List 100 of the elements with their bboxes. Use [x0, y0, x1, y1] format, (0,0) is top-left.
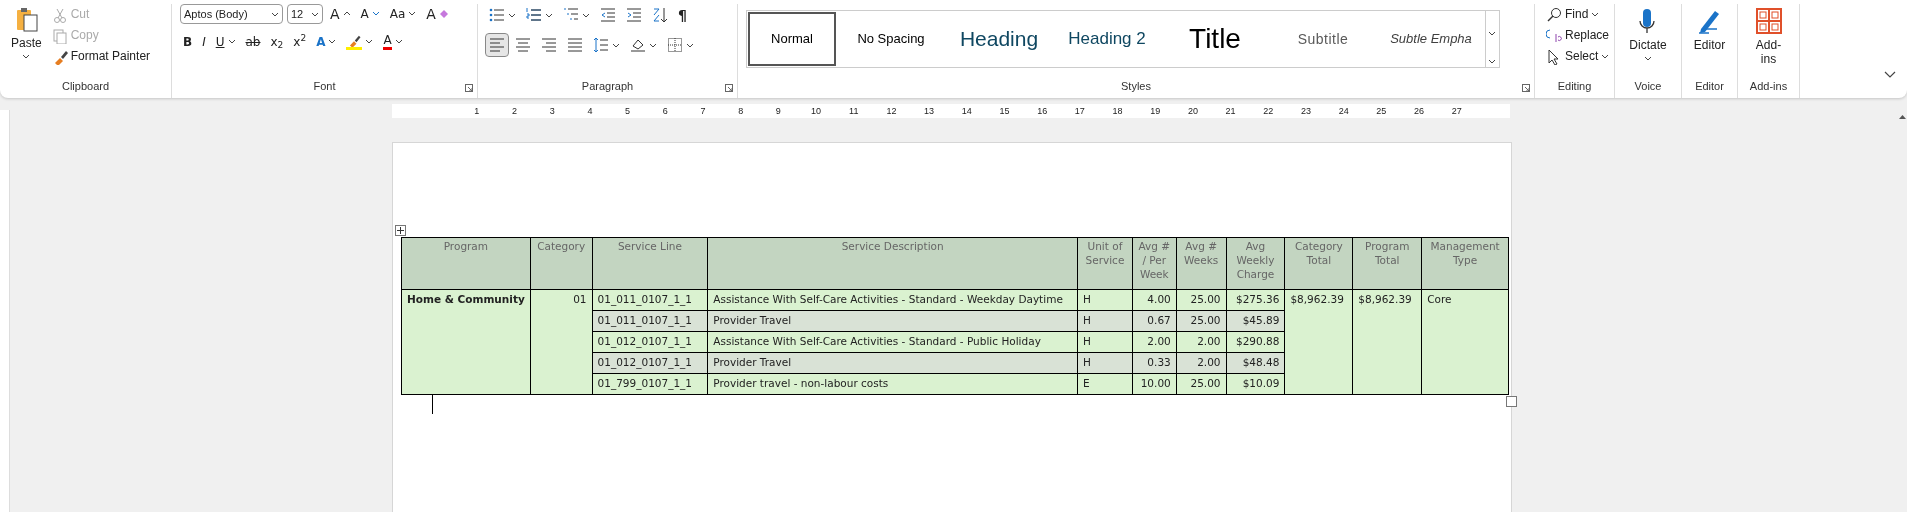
indent-icon [626, 7, 642, 23]
caret-icon [508, 11, 516, 19]
editor-button[interactable]: Editor [1690, 6, 1729, 78]
font-color-button[interactable]: A [380, 32, 406, 52]
group-label: Editing [1556, 78, 1593, 94]
caret-icon [271, 10, 279, 18]
ruler-number: 11 [848, 106, 860, 116]
shrink-font-button[interactable]: A [357, 5, 383, 23]
font-size-dropdown[interactable]: 12 [287, 4, 323, 24]
caret-icon [365, 38, 374, 46]
group-label: Clipboard [60, 78, 111, 94]
caret-icon [1591, 11, 1600, 18]
numbered-list-icon [526, 7, 542, 23]
ruler-number: 26 [1413, 106, 1426, 116]
table-cell: Provider travel - non-labour costs [707, 373, 1078, 395]
dialog-launcher-button[interactable] [725, 84, 733, 92]
ruler-number: 25 [1375, 106, 1388, 116]
grow-font-button[interactable]: A [327, 4, 354, 24]
group-label: Styles [1120, 78, 1152, 94]
sort-icon [652, 7, 668, 23]
eraser-icon [438, 8, 449, 20]
ruler-number: 24 [1337, 106, 1350, 116]
bold-button[interactable]: B [180, 33, 196, 50]
ruler-number: 20 [1186, 106, 1199, 116]
select-button[interactable]: Select [1543, 46, 1606, 67]
table-cell: 01 [530, 289, 593, 395]
ruler-number: 22 [1262, 106, 1275, 116]
up-caret-icon [342, 10, 351, 18]
caret-icon [1488, 58, 1496, 65]
table-cell: Provider Travel [707, 310, 1078, 332]
launcher-icon [465, 84, 473, 92]
table-cell: $8,962.39 [1284, 289, 1353, 395]
superscript-button[interactable]: x$^{2}$ [290, 33, 310, 50]
subscript-button[interactable]: x$_{2}$ [267, 33, 287, 50]
search-icon [1546, 6, 1562, 23]
align-center-icon [515, 37, 531, 53]
align-right-icon [541, 37, 557, 53]
ruler-number: 19 [1149, 106, 1162, 116]
change-case-button[interactable]: Aa [386, 5, 420, 23]
show-formatting-button[interactable]: ¶ [675, 5, 690, 25]
table-cell: $8,962.39 [1352, 289, 1422, 395]
caret-icon [1601, 53, 1610, 60]
multilevel-list-icon [563, 7, 579, 23]
replace-icon [1546, 27, 1562, 44]
table-cell: Core [1421, 289, 1509, 395]
outdent-icon [600, 7, 616, 23]
ruler-number: 17 [1073, 106, 1086, 116]
scroll-up-icon [1898, 113, 1907, 121]
caret-icon [22, 53, 31, 61]
paste-button[interactable]: Paste [8, 4, 45, 62]
italic-button[interactable]: I [199, 33, 209, 50]
column-header: Program [401, 237, 531, 290]
group-label: Paragraph [580, 78, 635, 94]
launcher-icon [725, 84, 733, 92]
dialog-launcher-button[interactable] [1522, 84, 1530, 92]
column-header: Management Type [1421, 237, 1509, 290]
column-header: Program Total [1352, 237, 1422, 290]
table-cell: Assistance With Self-Care Activities - Standard - Public Holiday [707, 331, 1078, 353]
underline-button[interactable]: U [212, 33, 239, 50]
group-label: Editor [1694, 78, 1725, 94]
add-ins-button[interactable]: Add-ins [1746, 6, 1791, 78]
dictate-button[interactable]: Dictate [1626, 6, 1670, 78]
column-header: Category Total [1284, 237, 1353, 290]
down-caret-icon [371, 10, 380, 18]
text-effects-button[interactable]: A [313, 33, 340, 50]
ruler-number: 4 [586, 106, 594, 116]
ruler-number: 5 [624, 106, 632, 116]
table-resize-handle-icon[interactable] [1506, 396, 1517, 407]
ruler-number: 23 [1299, 106, 1312, 116]
align-left-button[interactable] [486, 34, 508, 56]
clear-formatting-button[interactable]: A [423, 4, 452, 24]
text-cursor [432, 395, 433, 414]
caret-icon [227, 38, 236, 46]
justify-icon [567, 37, 583, 53]
align-left-icon [489, 37, 505, 53]
ruler-number: 27 [1450, 106, 1463, 116]
caret-icon [686, 41, 694, 49]
table-move-handle-icon[interactable] [395, 225, 406, 236]
column-header: Avg Weekly Charge [1226, 237, 1285, 290]
column-header: Category [530, 237, 593, 290]
ruler-number: 9 [774, 106, 782, 116]
caret-icon [1488, 30, 1496, 37]
group-label: Add-ins [1748, 78, 1789, 94]
format-painter-button[interactable]: Format Painter [48, 46, 154, 67]
ruler-number: 7 [699, 106, 707, 116]
ruler-number: 2 [511, 106, 519, 116]
dialog-launcher-button[interactable] [465, 84, 473, 92]
font-name-dropdown[interactable]: Aptos (Body) [180, 4, 283, 24]
caret-icon [408, 10, 417, 18]
ruler-number: 12 [885, 106, 898, 116]
strikethrough-button[interactable]: ab [242, 33, 264, 50]
column-header: Avg # / Per Week [1132, 237, 1177, 290]
caret-icon [545, 11, 553, 19]
find-button[interactable]: Find [1543, 4, 1606, 25]
column-header: Avg # Weeks [1176, 237, 1227, 290]
ruler-number: 3 [548, 106, 556, 116]
style-option[interactable]: Normal [747, 11, 837, 67]
column-header: Unit of Service [1077, 237, 1133, 290]
ruler-number: 18 [1111, 106, 1124, 116]
scroll-up-button[interactable] [1898, 113, 1907, 121]
